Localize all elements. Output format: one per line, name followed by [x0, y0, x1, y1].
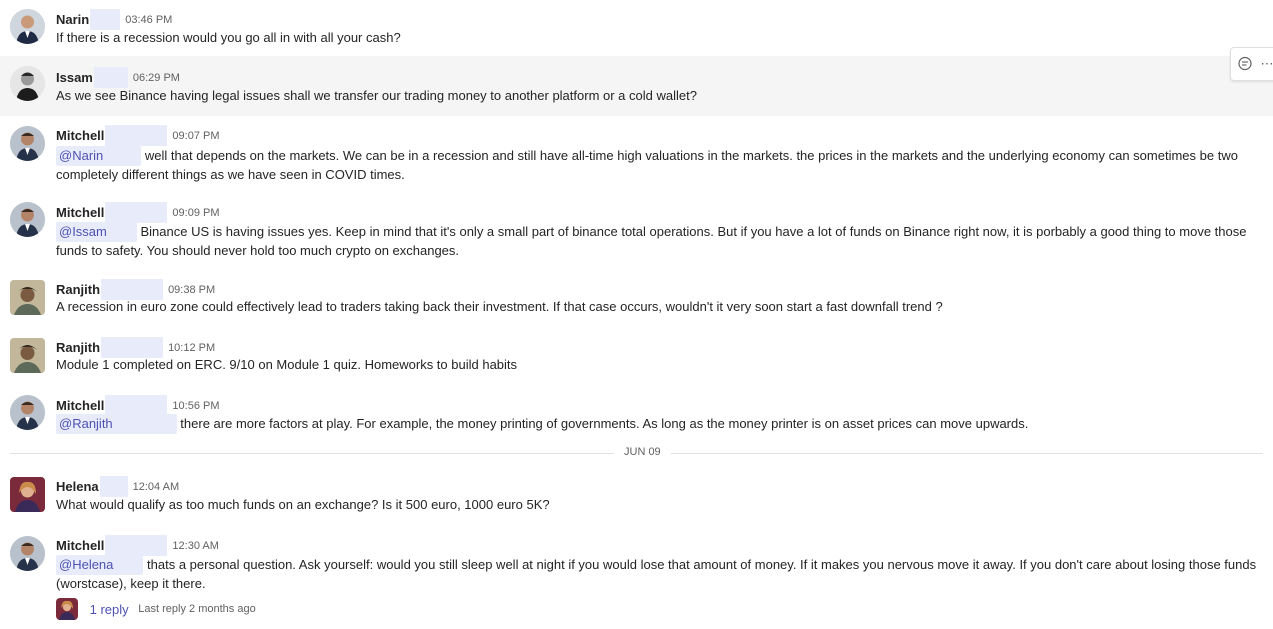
message-actions-toolbar: ⋯ — [1230, 47, 1273, 81]
avatar[interactable] — [10, 66, 45, 101]
message-text: If there is a recession would you go all… — [56, 29, 1261, 47]
mention[interactable]: @Ranjith — [56, 414, 177, 434]
avatar[interactable] — [10, 338, 45, 373]
message[interactable]: Ranjith 10:12 PM Module 1 completed on ER… — [0, 328, 1273, 386]
message[interactable]: Ranjith 09:38 PM A recession in euro zone… — [0, 270, 1273, 328]
timestamp: 03:46 PM — [125, 13, 173, 26]
message-header: Mitchell 09:09 PM — [56, 202, 220, 223]
message-header: Narin 03:46 PM — [56, 9, 173, 30]
redacted-surname — [90, 9, 121, 30]
sender-name[interactable]: Mitchell — [56, 538, 104, 553]
message-header: Helena 12:04 AM — [56, 476, 180, 497]
redacted-surname — [99, 476, 128, 497]
timestamp: 10:12 PM — [168, 341, 216, 354]
message-body: there are more factors at play. For exam… — [180, 416, 1029, 431]
message-header: Mitchell 10:56 PM — [56, 395, 220, 416]
avatar[interactable] — [10, 536, 45, 571]
avatar[interactable] — [10, 280, 45, 315]
reply-avatar — [56, 598, 78, 620]
sender-name[interactable]: Helena — [56, 479, 99, 494]
message[interactable]: Mitchell 10:56 PM @Ranjith there are more… — [0, 386, 1273, 442]
redacted-surname — [93, 67, 128, 88]
avatar[interactable] — [10, 202, 45, 237]
message-header: Mitchell 12:30 AM — [56, 535, 219, 556]
message-body: A recession in euro zone could effective… — [56, 299, 943, 314]
message-text: @Ranjith there are more factors at play.… — [56, 414, 1261, 434]
sender-name[interactable]: Ranjith — [56, 340, 100, 355]
timestamp: 06:29 PM — [132, 71, 180, 84]
message-body: If there is a recession would you go all… — [56, 30, 401, 45]
timestamp: 09:09 PM — [172, 206, 220, 219]
last-reply-time: Last reply 2 months ago — [138, 603, 256, 615]
date-divider: JUN 09 — [614, 446, 671, 458]
avatar[interactable] — [10, 9, 45, 44]
timestamp: 12:30 AM — [172, 539, 219, 552]
message-header: Issam 06:29 PM — [56, 67, 180, 88]
sender-name[interactable]: Mitchell — [56, 128, 104, 143]
redacted-surname — [101, 337, 164, 358]
message-text: Module 1 completed on ERC. 9/10 on Modul… — [56, 356, 1261, 374]
sender-name[interactable]: Mitchell — [56, 205, 104, 220]
sender-name[interactable]: Narin — [56, 12, 89, 27]
redacted-surname — [105, 535, 168, 556]
message-body: What would qualify as too much funds on … — [56, 497, 550, 512]
timestamp: 10:56 PM — [172, 399, 220, 412]
timestamp: 09:38 PM — [168, 283, 216, 296]
message-body: As we see Binance having legal issues sh… — [56, 88, 697, 103]
avatar[interactable] — [10, 126, 45, 161]
avatar[interactable] — [10, 477, 45, 512]
redacted-surname — [105, 395, 168, 416]
message-text: A recession in euro zone could effective… — [56, 298, 1261, 316]
redacted-surname — [101, 279, 164, 300]
message-text: @Narin well that depends on the markets.… — [56, 146, 1261, 184]
avatar[interactable] — [10, 395, 45, 430]
timestamp: 12:04 AM — [132, 480, 180, 493]
sender-name[interactable]: Mitchell — [56, 398, 104, 413]
timestamp: 09:07 PM — [172, 129, 220, 142]
message-header: Ranjith 09:38 PM — [56, 279, 216, 300]
message[interactable]: Narin 03:46 PM If there is a recession wo… — [0, 0, 1273, 56]
message-body: Binance US is having issues yes. Keep in… — [56, 224, 1247, 258]
message-header: Ranjith 10:12 PM — [56, 337, 216, 358]
redacted-surname — [105, 202, 168, 223]
message[interactable]: Mitchell 09:09 PM @Issam Binance US is ha… — [0, 192, 1273, 270]
redacted-surname — [105, 125, 168, 146]
message[interactable]: Helena 12:04 AM What would qualify as too… — [0, 468, 1273, 526]
message[interactable]: Issam 06:29 PM As we see Binance having l… — [0, 56, 1273, 116]
thread-replies[interactable]: 1 reply Last reply 2 months ago — [56, 598, 256, 620]
sender-name[interactable]: Issam — [56, 70, 93, 85]
sender-name[interactable]: Ranjith — [56, 282, 100, 297]
message-text: @Issam Binance US is having issues yes. … — [56, 222, 1261, 260]
mention[interactable]: @Narin — [56, 146, 142, 166]
mention[interactable]: @Helena — [56, 555, 144, 575]
message-text: @Helena thats a personal question. Ask y… — [56, 555, 1261, 593]
message-text: What would qualify as too much funds on … — [56, 496, 1261, 514]
reply-count-link[interactable]: 1 reply — [90, 602, 129, 617]
message[interactable]: Mitchell 09:07 PM @Narin well that depend… — [0, 116, 1273, 192]
message-text: As we see Binance having legal issues sh… — [56, 87, 1261, 105]
reply-icon[interactable] — [1237, 56, 1253, 72]
message-body: Module 1 completed on ERC. 9/10 on Modul… — [56, 357, 518, 372]
mention[interactable]: @Issam — [56, 222, 137, 242]
message-body: thats a personal question. Ask yourself:… — [56, 557, 1257, 591]
message-header: Mitchell 09:07 PM — [56, 125, 220, 146]
message-body: well that depends on the markets. We can… — [56, 148, 1238, 182]
more-options-icon[interactable]: ⋯ — [1259, 56, 1273, 72]
